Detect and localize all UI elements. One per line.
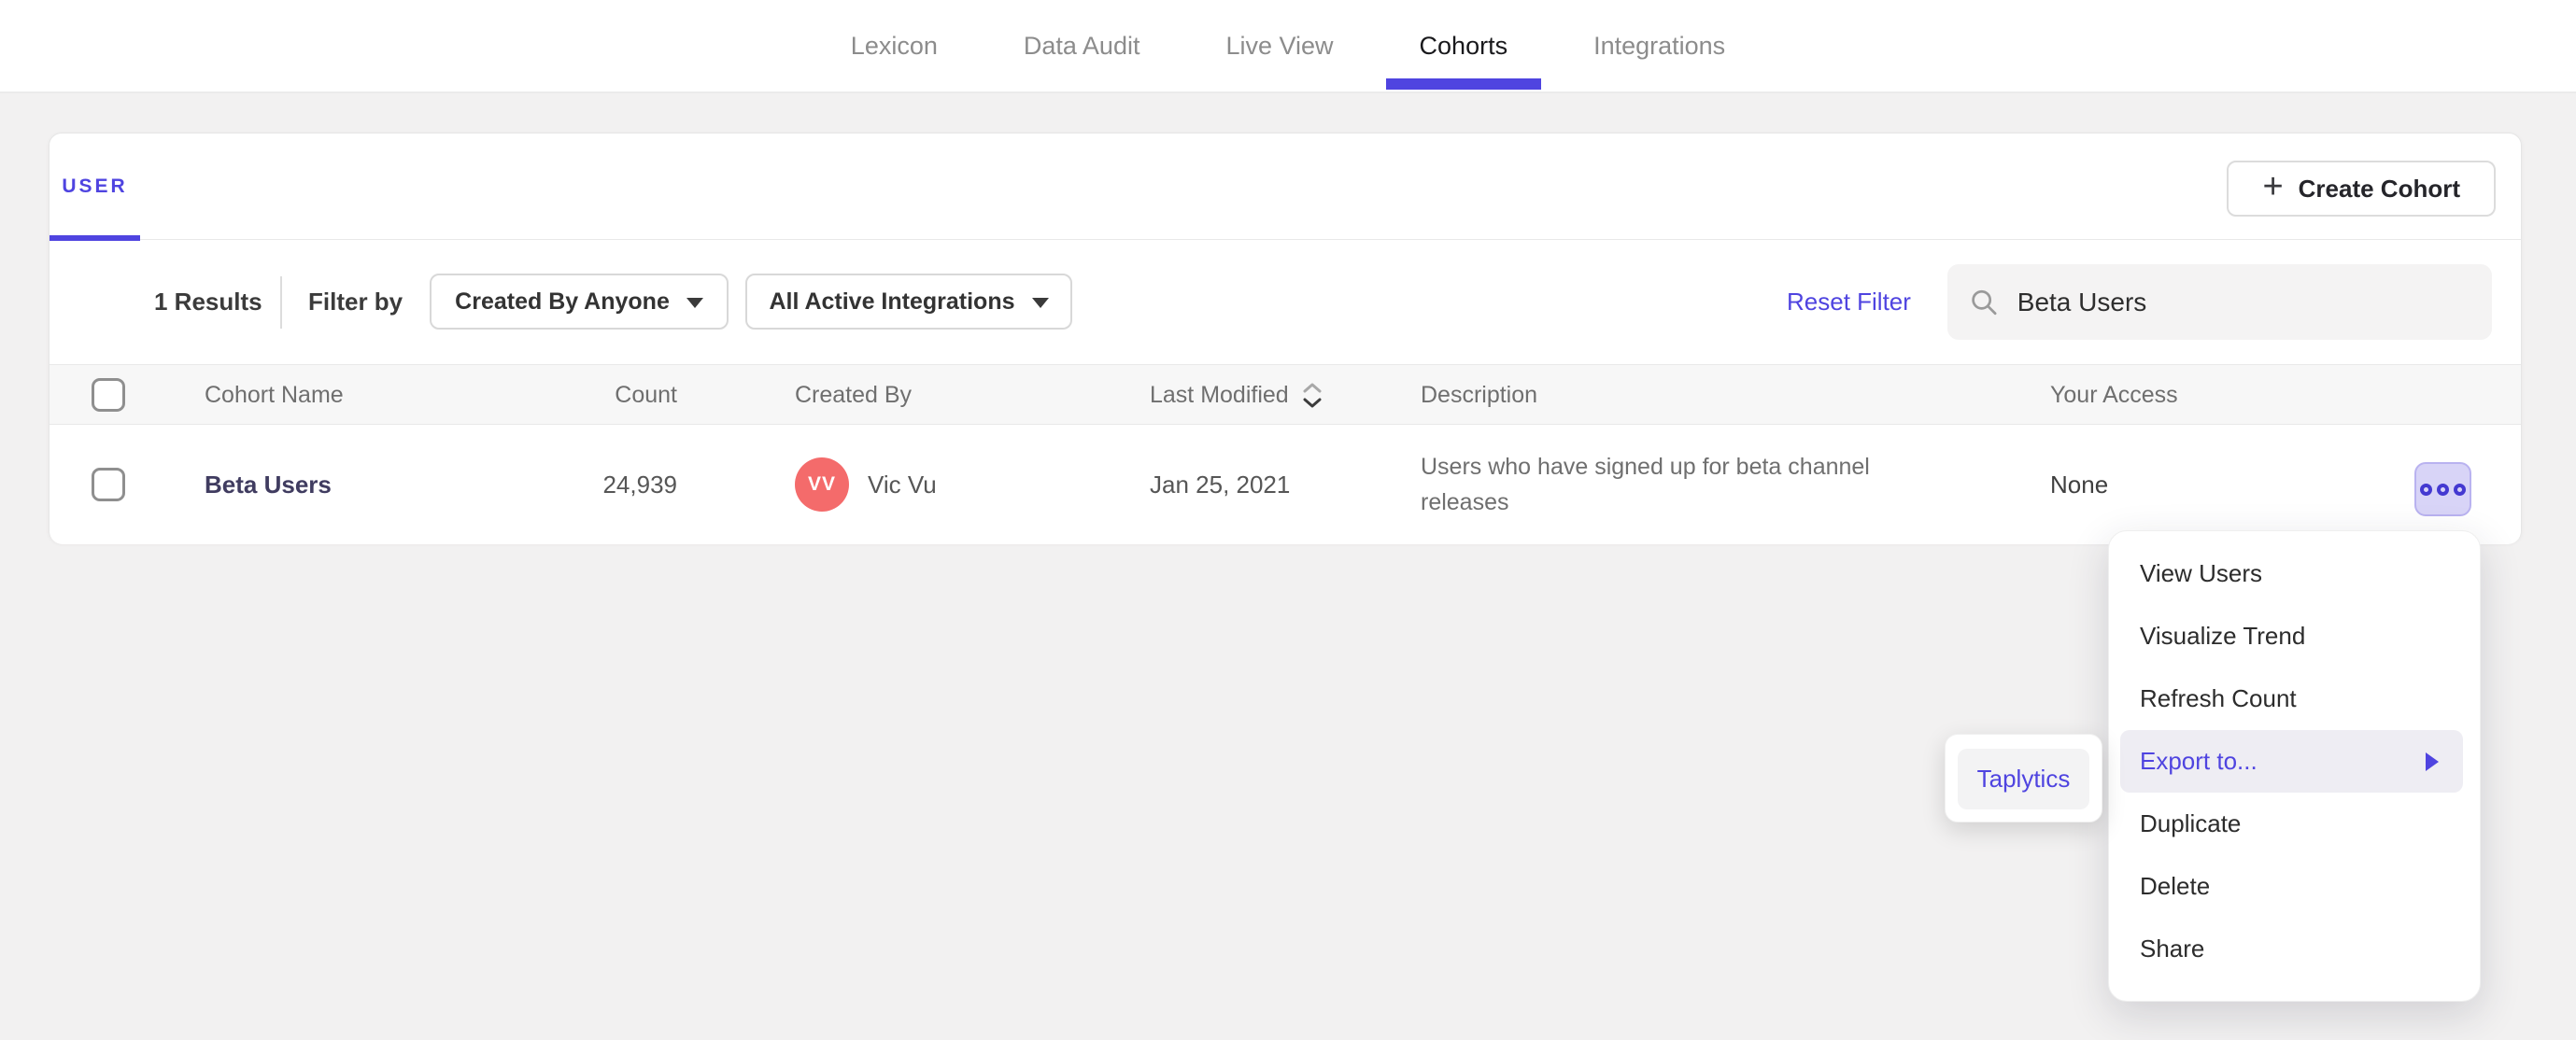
header-cohort-name: Cohort Name bbox=[205, 382, 344, 408]
header-last-modified: Last Modified bbox=[1150, 365, 1323, 426]
header-description: Description bbox=[1421, 382, 1538, 408]
created-by-dropdown[interactable]: Created By Anyone bbox=[430, 274, 729, 330]
tab-user-label: USER bbox=[62, 176, 128, 197]
card-tabs-row: USER + Create Cohort bbox=[50, 134, 2521, 241]
submenu-item-taplytics[interactable]: Taplytics bbox=[1958, 749, 2089, 809]
active-tab-underline bbox=[1385, 78, 1542, 90]
nav-tab-lexicon[interactable]: Lexicon bbox=[817, 0, 971, 91]
menu-item-delete[interactable]: Delete bbox=[2109, 855, 2480, 918]
cohort-name-cell: Beta Users bbox=[205, 425, 332, 544]
last-modified-cell: Jan 25, 2021 bbox=[1150, 470, 1291, 499]
cohorts-card: USER + Create Cohort 1 Results Filter by… bbox=[49, 133, 2522, 544]
nav-tab-integrations[interactable]: Integrations bbox=[1560, 0, 1759, 91]
your-access-cell: None bbox=[2050, 470, 2109, 499]
create-cohort-button[interactable]: + Create Cohort bbox=[2227, 161, 2496, 217]
cohorts-page: Lexicon Data Audit Live View Cohorts Int… bbox=[0, 0, 2576, 1040]
description-cell: Users who have signed up for beta channe… bbox=[1421, 454, 1870, 515]
menu-item-export-to[interactable]: Export to... bbox=[2120, 730, 2463, 793]
header-created-by: Created By bbox=[795, 382, 913, 408]
chevron-down-icon bbox=[1031, 297, 1049, 308]
reset-filter-link[interactable]: Reset Filter bbox=[1787, 240, 1911, 364]
integrations-dropdown[interactable]: All Active Integrations bbox=[745, 274, 1072, 330]
created-by-dropdown-value: Created By Anyone bbox=[455, 288, 670, 315]
row-actions-button[interactable] bbox=[2414, 462, 2471, 516]
search-box bbox=[1947, 264, 2492, 340]
ellipsis-icon bbox=[2454, 483, 2466, 496]
created-by-name: Vic Vu bbox=[868, 470, 937, 499]
export-submenu: Taplytics bbox=[1945, 734, 2102, 822]
filter-toolbar: 1 Results Filter by Created By Anyone Al… bbox=[50, 240, 2521, 364]
table-row: Beta Users 24,939 VV Vic Vu Jan 25, 2021… bbox=[50, 425, 2521, 544]
header-count: Count bbox=[615, 382, 677, 408]
nav-tab-cohorts[interactable]: Cohorts bbox=[1385, 0, 1542, 91]
filter-by-label: Filter by bbox=[308, 288, 403, 316]
row-checkbox[interactable] bbox=[92, 468, 125, 501]
ellipsis-icon bbox=[2420, 483, 2432, 496]
ellipsis-icon bbox=[2437, 483, 2449, 496]
row-context-menu: View Users Visualize Trend Refresh Count… bbox=[2108, 530, 2481, 1002]
avatar: VV bbox=[795, 457, 849, 512]
count-cell: 24,939 bbox=[602, 470, 677, 499]
results-count: 1 Results bbox=[154, 288, 262, 316]
integrations-dropdown-value: All Active Integrations bbox=[769, 288, 1015, 315]
nav-tab-live-view[interactable]: Live View bbox=[1192, 0, 1366, 91]
chevron-down-icon bbox=[686, 297, 703, 308]
nav-tab-label: Data Audit bbox=[1023, 31, 1140, 60]
top-navigation: Lexicon Data Audit Live View Cohorts Int… bbox=[0, 0, 2576, 93]
menu-item-share[interactable]: Share bbox=[2109, 918, 2480, 980]
cohort-name-link[interactable]: Beta Users bbox=[205, 471, 332, 499]
header-your-access: Your Access bbox=[2050, 382, 2178, 408]
tab-user[interactable]: USER bbox=[50, 134, 140, 241]
menu-item-view-users[interactable]: View Users bbox=[2109, 542, 2480, 605]
table-header-row: Cohort Name Count Created By Last Modifi… bbox=[50, 364, 2521, 425]
nav-tab-label: Cohorts bbox=[1419, 31, 1508, 60]
menu-item-duplicate[interactable]: Duplicate bbox=[2109, 793, 2480, 855]
nav-tab-label: Live View bbox=[1225, 31, 1334, 60]
nav-tab-data-audit[interactable]: Data Audit bbox=[990, 0, 1174, 91]
search-input[interactable] bbox=[2017, 287, 2470, 317]
toolbar-divider bbox=[280, 276, 282, 329]
nav-tab-label: Lexicon bbox=[850, 31, 938, 60]
create-cohort-label: Create Cohort bbox=[2298, 174, 2460, 203]
search-icon bbox=[1972, 289, 1997, 315]
plus-icon: + bbox=[2262, 167, 2284, 206]
created-by-cell: VV Vic Vu bbox=[795, 425, 937, 544]
submenu-arrow-icon bbox=[2426, 752, 2439, 771]
menu-item-refresh-count[interactable]: Refresh Count bbox=[2109, 668, 2480, 730]
nav-tab-label: Integrations bbox=[1593, 31, 1726, 60]
select-all-checkbox[interactable] bbox=[92, 378, 125, 412]
menu-item-visualize-trend[interactable]: Visualize Trend bbox=[2109, 605, 2480, 668]
sort-icon[interactable] bbox=[1302, 382, 1323, 409]
